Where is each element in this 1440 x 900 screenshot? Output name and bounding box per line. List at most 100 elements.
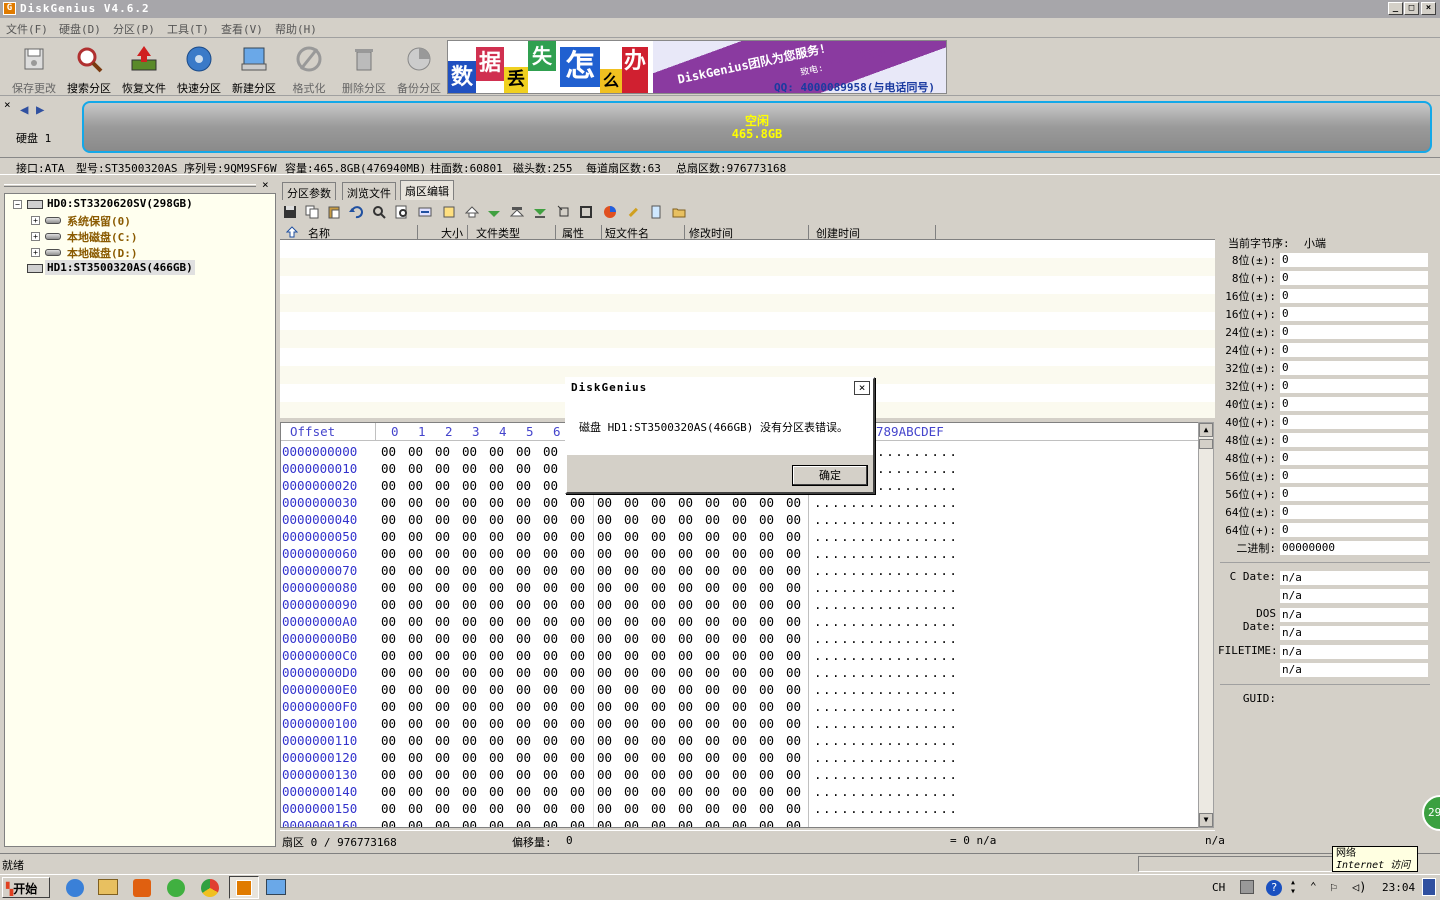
hex-byte[interactable]: 00 (624, 546, 639, 561)
hex-byte[interactable]: 00 (435, 784, 450, 799)
hex-byte[interactable]: 00 (597, 733, 612, 748)
hex-byte[interactable]: 00 (408, 648, 423, 663)
hex-byte[interactable]: 00 (489, 512, 504, 527)
inspector-value[interactable]: 0 (1280, 325, 1428, 339)
hex-byte[interactable]: 00 (759, 699, 774, 714)
hex-byte[interactable]: 00 (786, 563, 801, 578)
hex-byte[interactable]: 00 (462, 546, 477, 561)
hex-byte[interactable]: 00 (516, 801, 531, 816)
hex-byte[interactable]: 00 (381, 784, 396, 799)
hex-byte[interactable]: 00 (408, 495, 423, 510)
hex-byte[interactable]: 00 (597, 818, 612, 827)
maximize-button[interactable]: □ (1404, 2, 1419, 15)
hex-byte[interactable]: 00 (786, 767, 801, 782)
hex-byte[interactable]: 00 (651, 784, 666, 799)
hex-byte[interactable]: 00 (381, 631, 396, 646)
hex-byte[interactable]: 00 (597, 546, 612, 561)
hex-byte[interactable]: 00 (678, 818, 693, 827)
hex-byte[interactable]: 00 (489, 648, 504, 663)
column-attributes[interactable]: 属性 (562, 225, 602, 240)
menu-partition[interactable]: 分区(P) (113, 21, 155, 37)
hex-byte[interactable]: 00 (759, 597, 774, 612)
hex-byte[interactable]: 00 (651, 631, 666, 646)
hex-byte[interactable]: 00 (759, 750, 774, 765)
hex-byte[interactable]: 00 (489, 631, 504, 646)
hex-byte[interactable]: 00 (381, 682, 396, 697)
hex-byte[interactable]: 00 (597, 699, 612, 714)
hex-byte[interactable]: 00 (462, 563, 477, 578)
hex-byte[interactable]: 00 (705, 512, 720, 527)
hex-byte[interactable]: 00 (705, 529, 720, 544)
hex-byte[interactable]: 00 (624, 682, 639, 697)
hex-byte[interactable]: 00 (516, 546, 531, 561)
hex-byte[interactable]: 00 (786, 495, 801, 510)
hex-byte[interactable]: 00 (516, 614, 531, 629)
hex-byte[interactable]: 00 (543, 512, 558, 527)
date-value[interactable]: n/a (1280, 663, 1428, 677)
hex-byte[interactable]: 00 (435, 750, 450, 765)
dialog-close-icon[interactable]: × (854, 381, 870, 395)
hex-byte[interactable]: 00 (408, 529, 423, 544)
hex-byte[interactable]: 00 (381, 563, 396, 578)
find-next-icon[interactable] (395, 205, 409, 219)
hex-byte[interactable]: 00 (597, 648, 612, 663)
clock[interactable]: 23:04 (1382, 881, 1415, 894)
close-tree-icon[interactable]: × (262, 178, 269, 191)
hex-byte[interactable]: 00 (543, 665, 558, 680)
hex-byte[interactable]: 00 (759, 818, 774, 827)
hex-byte[interactable]: 00 (651, 614, 666, 629)
hex-byte[interactable]: 00 (408, 478, 423, 493)
inspector-value[interactable]: 0 (1280, 361, 1428, 375)
hex-byte[interactable]: 00 (597, 801, 612, 816)
diskgenius-task-button[interactable] (229, 876, 259, 899)
hex-byte[interactable]: 00 (651, 563, 666, 578)
hex-byte[interactable]: 00 (462, 767, 477, 782)
hex-byte[interactable]: 00 (516, 750, 531, 765)
tree-partition-d[interactable]: 本地磁盘(D:) (67, 245, 138, 261)
hex-byte[interactable]: 00 (705, 631, 720, 646)
hex-byte[interactable]: 00 (570, 784, 585, 799)
hex-byte[interactable]: 00 (408, 597, 423, 612)
inspector-value[interactable]: 0 (1280, 415, 1428, 429)
hex-byte[interactable]: 00 (489, 750, 504, 765)
hex-byte[interactable]: 00 (678, 733, 693, 748)
hex-byte[interactable]: 00 (381, 767, 396, 782)
inspector-value[interactable]: 0 (1280, 253, 1428, 267)
hex-byte[interactable]: 00 (489, 495, 504, 510)
hex-byte[interactable]: 00 (651, 597, 666, 612)
disk-partition-graph[interactable]: 空闲 465.8GB (82, 101, 1432, 153)
hex-byte[interactable]: 00 (489, 784, 504, 799)
hex-byte[interactable]: 00 (678, 563, 693, 578)
keyboard-icon[interactable] (1240, 880, 1254, 894)
hex-byte[interactable]: 00 (651, 699, 666, 714)
hex-byte[interactable]: 00 (705, 767, 720, 782)
hex-byte[interactable]: 00 (732, 495, 747, 510)
hex-byte[interactable]: 00 (732, 648, 747, 663)
hex-byte[interactable]: 00 (462, 648, 477, 663)
hex-byte[interactable]: 00 (516, 529, 531, 544)
hex-byte[interactable]: 00 (435, 716, 450, 731)
hex-byte[interactable]: 00 (435, 699, 450, 714)
scroll-up-icon[interactable]: ▲ (1199, 423, 1213, 437)
hex-byte[interactable]: 00 (381, 495, 396, 510)
hex-byte[interactable]: 00 (543, 597, 558, 612)
hex-byte[interactable]: 00 (462, 478, 477, 493)
inspector-value[interactable]: 0 (1280, 307, 1428, 321)
hex-byte[interactable]: 00 (759, 614, 774, 629)
hex-byte[interactable]: 00 (624, 699, 639, 714)
hex-byte[interactable]: 00 (543, 733, 558, 748)
select-block-icon[interactable] (557, 205, 571, 219)
hex-byte[interactable]: 00 (759, 529, 774, 544)
hex-byte[interactable]: 00 (786, 733, 801, 748)
hex-byte[interactable]: 00 (408, 733, 423, 748)
tree-partition-reserved[interactable]: 系统保留(0) (67, 213, 131, 229)
hex-byte[interactable]: 00 (543, 767, 558, 782)
column-size[interactable]: 大小 (420, 225, 468, 240)
hex-byte[interactable]: 00 (489, 580, 504, 595)
find-icon[interactable] (372, 205, 386, 219)
hex-byte[interactable]: 00 (624, 818, 639, 827)
hex-byte[interactable]: 00 (624, 716, 639, 731)
hex-byte[interactable]: 00 (462, 750, 477, 765)
hex-byte[interactable]: 00 (786, 784, 801, 799)
hex-byte[interactable]: 00 (759, 631, 774, 646)
